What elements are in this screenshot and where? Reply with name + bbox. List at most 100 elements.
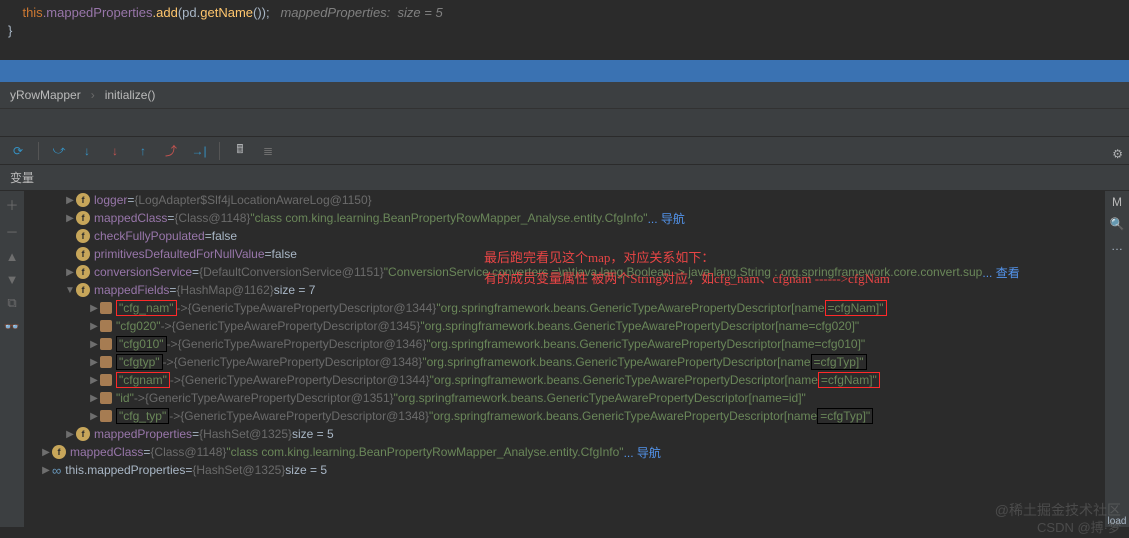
right-gutter: M 🔍 … load — [1105, 191, 1129, 527]
drop-frame-icon[interactable]: ⤴ — [163, 143, 179, 159]
map-key: "cfg_typ" — [116, 408, 169, 424]
expand-icon[interactable]: ▶ — [40, 465, 52, 476]
tree-row[interactable]: ▶fmappedProperties = {HashSet@1325} size… — [24, 425, 1105, 443]
expand-icon[interactable]: ▶ — [88, 339, 100, 350]
map-key: "cfg010" — [116, 336, 167, 352]
map-key: "cfg020" — [116, 319, 161, 333]
expand-icon[interactable]: ▶ — [88, 321, 100, 332]
add-icon[interactable]: ＋ — [5, 195, 18, 214]
annotation-2: 有的成员变量属性 被两个String对应，如cfg_nam、cfgnam ---… — [484, 268, 890, 287]
remove-icon[interactable]: － — [5, 222, 18, 241]
more-icon[interactable]: … — [1111, 239, 1123, 253]
navigate-link[interactable]: ... 导航 — [624, 444, 661, 461]
tree-row[interactable]: ▶"id" -> {GenericTypeAwarePropertyDescri… — [24, 389, 1105, 407]
tree-row[interactable]: ▶"cfgnam" -> {GenericTypeAwarePropertyDe… — [24, 371, 1105, 389]
field-icon: f — [76, 211, 90, 225]
breadcrumb-class[interactable]: yRowMapper — [10, 88, 81, 102]
map-value-str: "org.springframework.beans.GenericTypeAw… — [429, 409, 817, 423]
tree-row[interactable]: ▶∞this.mappedProperties = {HashSet@1325}… — [24, 461, 1105, 479]
map-value-str: "org.springframework.beans.GenericTypeAw… — [420, 319, 859, 333]
map-value-str: "org.springframework.beans.GenericTypeAw… — [436, 301, 824, 315]
left-gutter: ＋ － ▲ ▼ ⧉ 👓 — [0, 191, 24, 527]
tree-row[interactable]: ▶flogger = {LogAdapter$Slf4jLocationAwar… — [24, 191, 1105, 209]
tree-row[interactable]: ▶"cfg020" -> {GenericTypeAwarePropertyDe… — [24, 317, 1105, 335]
watch-icon: ∞ — [52, 463, 61, 478]
tree-row[interactable]: ▶"cfg010" -> {GenericTypeAwarePropertyDe… — [24, 335, 1105, 353]
run-to-cursor-icon[interactable]: →| — [191, 143, 207, 159]
glasses-icon[interactable]: 👓 — [4, 319, 20, 335]
m-label: M — [1112, 195, 1122, 209]
map-value-ref: {GenericTypeAwarePropertyDescriptor@1348… — [174, 355, 423, 369]
expand-icon[interactable]: ▶ — [88, 393, 100, 404]
force-step-into-icon[interactable]: ↓ — [107, 143, 123, 159]
variables-tree[interactable]: 最后跑完看见这个map，对应关系如下： 有的成员变量属性 被两个String对应… — [24, 191, 1105, 527]
up-icon[interactable]: ▲ — [6, 249, 19, 264]
down-icon[interactable]: ▼ — [6, 272, 19, 287]
map-value-str: "org.springframework.beans.GenericTypeAw… — [422, 355, 810, 369]
watermark-2: CSDN @搏·梦 — [1037, 517, 1121, 536]
gear-icon[interactable]: ⚙ — [1112, 147, 1123, 161]
evaluate-icon[interactable]: 🖩 — [232, 143, 248, 159]
field-icon: f — [76, 229, 90, 243]
collapse-icon[interactable]: ▼ — [64, 285, 76, 296]
tree-row[interactable]: ▶fmappedClass = {Class@1148} "class com.… — [24, 209, 1105, 227]
execution-point-bar — [0, 60, 1129, 82]
code-line-1: this.mappedProperties.add(pd.getName());… — [8, 4, 1121, 22]
expand-icon[interactable]: ▶ — [88, 375, 100, 386]
expand-icon[interactable]: ▶ — [64, 429, 76, 440]
map-value-str: "org.springframework.beans.GenericTypeAw… — [426, 337, 865, 351]
copy-icon[interactable]: ⧉ — [7, 295, 16, 311]
variables-tab[interactable]: 变量 — [10, 169, 34, 186]
map-value-ref: {GenericTypeAwarePropertyDescriptor@1348… — [180, 409, 429, 423]
tree-row[interactable]: ▶"cfgtyp" -> {GenericTypeAwarePropertyDe… — [24, 353, 1105, 371]
step-into-icon[interactable]: ↓ — [79, 143, 95, 159]
editor-area: this.mappedProperties.add(pd.getName());… — [0, 0, 1129, 60]
map-value-ref: {GenericTypeAwarePropertyDescriptor@1351… — [145, 391, 394, 405]
navigate-link[interactable]: ... 导航 — [648, 210, 685, 227]
map-value-ref: {GenericTypeAwarePropertyDescriptor@1345… — [172, 319, 421, 333]
panel-header: 变量 — [0, 165, 1129, 191]
map-entry-icon — [100, 356, 112, 368]
tree-row[interactable]: ▶"cfg_nam" -> {GenericTypeAwarePropertyD… — [24, 299, 1105, 317]
map-entry-icon — [100, 338, 112, 350]
annotation-1: 最后跑完看见这个map，对应关系如下： — [484, 247, 714, 266]
map-value-ref: {GenericTypeAwarePropertyDescriptor@1344… — [188, 301, 437, 315]
expand-icon[interactable]: ▶ — [64, 195, 76, 206]
expand-icon[interactable]: ▶ — [64, 267, 76, 278]
tree-row[interactable]: ▶fmappedClass = {Class@1148} "class com.… — [24, 443, 1105, 461]
map-entry-icon — [100, 410, 112, 422]
field-icon: f — [76, 427, 90, 441]
map-entry-icon — [100, 374, 112, 386]
breadcrumb[interactable]: yRowMapper › initialize() — [0, 82, 1129, 109]
expand-icon[interactable]: ▶ — [64, 213, 76, 224]
field-icon: f — [76, 193, 90, 207]
debug-toolbar: ⟳ ⤻ ↓ ↓ ↑ ⤴ →| 🖩 ≣ — [0, 137, 1129, 165]
expand-icon[interactable]: ▶ — [40, 447, 52, 458]
map-key: "cfgnam" — [116, 372, 170, 388]
map-key: "cfgtyp" — [116, 354, 163, 370]
code-line-2: } — [8, 22, 1121, 40]
trace-icon[interactable]: ≣ — [260, 143, 276, 159]
step-over-icon[interactable]: ⤻ — [51, 143, 67, 159]
map-value-ref: {GenericTypeAwarePropertyDescriptor@1344… — [181, 373, 430, 387]
map-entry-icon — [100, 392, 112, 404]
view-link[interactable]: ... 查看 — [982, 264, 1019, 281]
breadcrumb-sep: › — [91, 88, 95, 102]
expand-icon[interactable]: ▶ — [88, 357, 100, 368]
map-value-str: "org.springframework.beans.GenericTypeAw… — [394, 391, 806, 405]
step-out-icon[interactable]: ↑ — [135, 143, 151, 159]
field-icon: f — [76, 265, 90, 279]
restart-icon[interactable]: ⟳ — [10, 143, 26, 159]
map-entry-icon — [100, 320, 112, 332]
breadcrumb-method[interactable]: initialize() — [105, 88, 156, 102]
field-icon: f — [76, 283, 90, 297]
tree-row[interactable]: fcheckFullyPopulated = false — [24, 227, 1105, 245]
map-value-str: "org.springframework.beans.GenericTypeAw… — [430, 373, 818, 387]
field-icon: f — [76, 247, 90, 261]
tree-row[interactable]: ▶"cfg_typ" -> {GenericTypeAwarePropertyD… — [24, 407, 1105, 425]
map-key: "id" — [116, 391, 134, 405]
search-icon[interactable]: 🔍 — [1110, 217, 1125, 231]
field-icon: f — [52, 445, 66, 459]
expand-icon[interactable]: ▶ — [88, 411, 100, 422]
expand-icon[interactable]: ▶ — [88, 303, 100, 314]
